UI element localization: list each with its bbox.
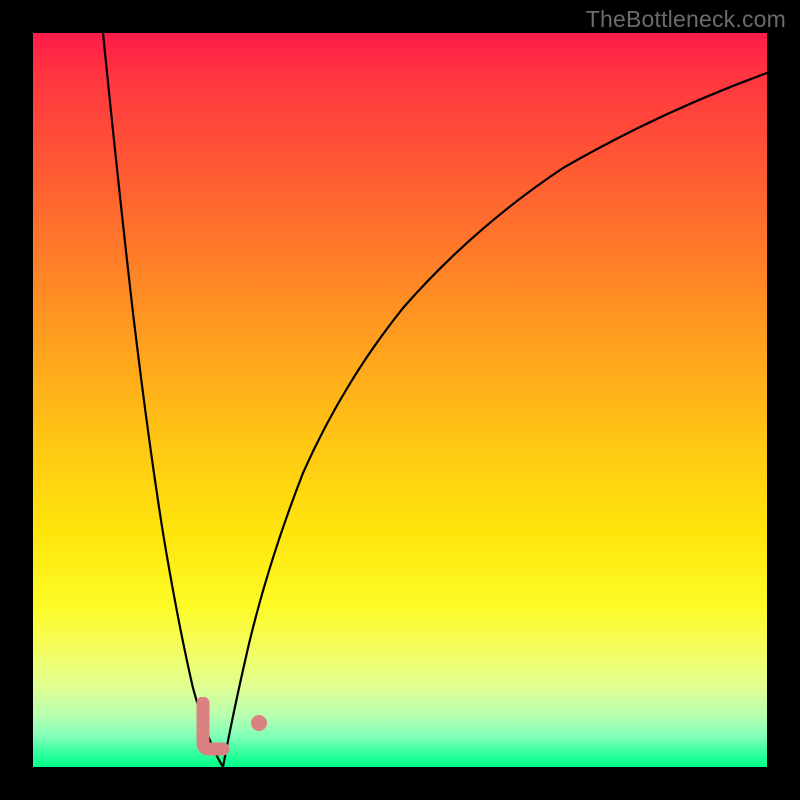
dot-marker <box>251 715 267 731</box>
l-shape-marker <box>193 697 233 757</box>
bottleneck-curves <box>33 33 767 767</box>
plot-area <box>33 33 767 767</box>
right-curve <box>223 73 767 767</box>
outer-frame: TheBottleneck.com <box>0 0 800 800</box>
left-curve <box>103 33 223 767</box>
watermark-text: TheBottleneck.com <box>586 6 786 33</box>
